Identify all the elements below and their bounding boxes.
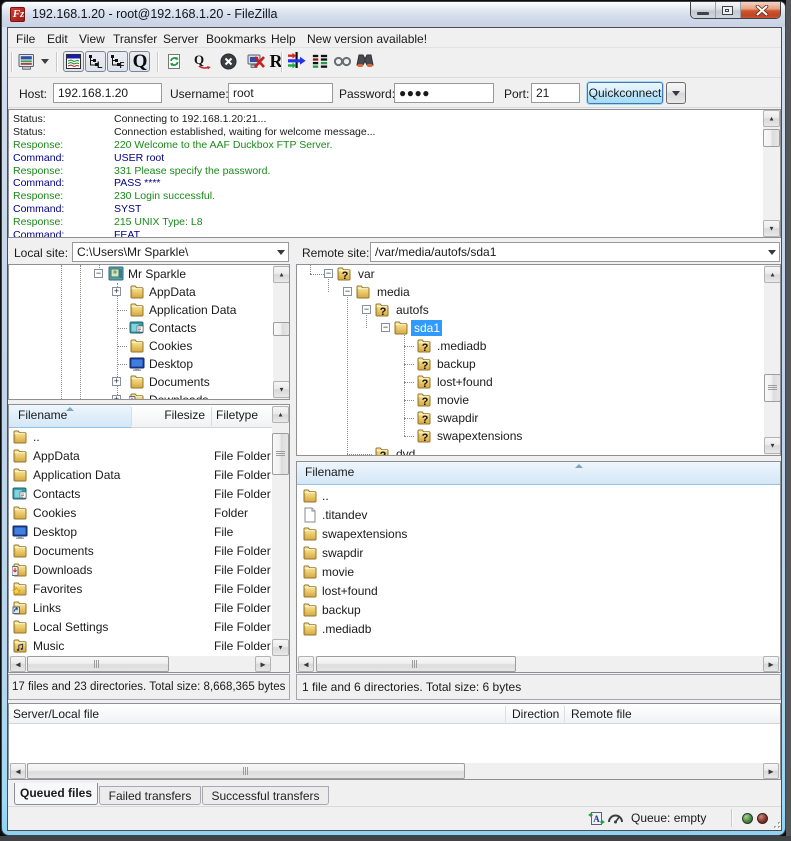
svg-text:?: ? — [422, 414, 429, 426]
svg-text:Q: Q — [194, 52, 204, 67]
svg-text:?: ? — [422, 378, 429, 390]
svg-text:?: ? — [422, 396, 429, 408]
svg-text:?: ? — [422, 342, 429, 354]
svg-text:L: L — [97, 60, 103, 69]
svg-text:A: A — [593, 814, 600, 824]
svg-text:?: ? — [422, 432, 429, 444]
svg-text:?: ? — [380, 306, 387, 318]
svg-text:F: F — [120, 61, 125, 69]
svg-text:?: ? — [422, 360, 429, 372]
svg-text:?: ? — [380, 450, 387, 456]
svg-text:?: ? — [342, 270, 349, 282]
